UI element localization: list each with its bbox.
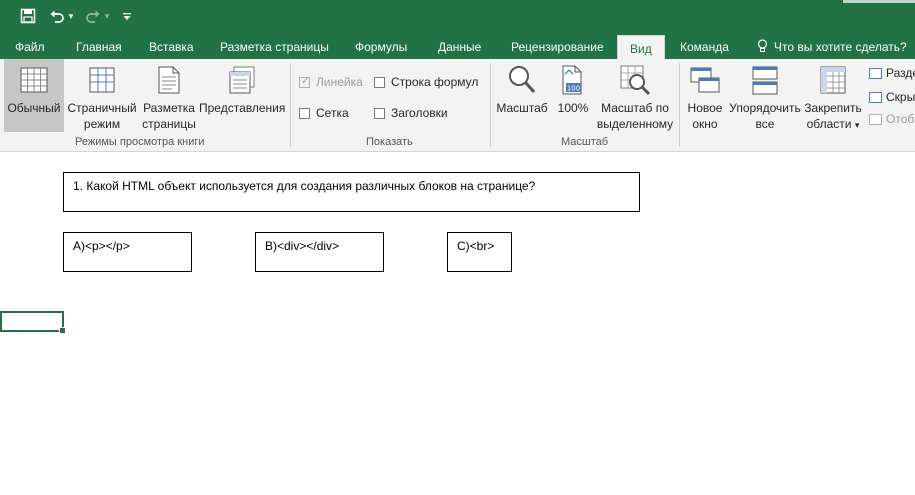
normal-view-icon xyxy=(20,67,48,93)
tab-home[interactable]: Главная xyxy=(76,34,122,59)
new-window-icon xyxy=(690,67,720,93)
zoom-label: Масштаб xyxy=(496,101,548,115)
freeze-panes-text: Закрепить области xyxy=(804,101,862,131)
customize-quick-access-icon[interactable] xyxy=(120,6,134,26)
tab-insert[interactable]: Вставка xyxy=(149,34,194,59)
show-group-label: Показать xyxy=(366,136,413,148)
ruler-checkbox-box: ✓ xyxy=(299,75,310,88)
arrange-all-button[interactable]: Упорядочить все xyxy=(728,59,802,132)
custom-views-icon xyxy=(229,66,255,94)
arrange-all-label: Упорядочить все xyxy=(729,101,801,131)
answer-a-box[interactable]: A)<p></p> xyxy=(63,232,192,272)
page-break-view-button[interactable]: Страничный режим xyxy=(66,59,138,132)
formula-bar-checkbox[interactable]: Строка формул xyxy=(374,75,478,89)
zoom-button[interactable]: Масштаб xyxy=(494,59,550,132)
zoom-100-icon: 100 xyxy=(562,65,582,95)
worksheet-area[interactable]: 1. Какой HTML объект используется для со… xyxy=(0,152,915,495)
split-label: Разде xyxy=(886,66,915,80)
custom-views-label: Представления xyxy=(199,101,286,115)
ruler-checkbox[interactable]: ✓ Линейка xyxy=(299,75,363,89)
zoom-to-selection-button[interactable]: Масштаб по выделенному xyxy=(596,59,674,132)
svg-text:100: 100 xyxy=(567,85,580,93)
page-layout-view-button[interactable]: Разметка страницы xyxy=(140,59,198,132)
tell-me-text: Что вы хотите сделать? xyxy=(774,40,907,54)
title-bar: ▾ ▾ xyxy=(0,0,915,34)
unhide-window-button[interactable]: Отоб xyxy=(869,112,914,126)
tab-file[interactable]: Файл xyxy=(15,34,45,59)
zoom-100-button[interactable]: 100 100% xyxy=(554,59,592,132)
question-box[interactable]: 1. Какой HTML объект используется для со… xyxy=(63,172,640,212)
zoom-selection-icon xyxy=(620,65,651,96)
answer-c-text: C)<br> xyxy=(457,239,495,253)
page-break-view-label: Страничный режим xyxy=(67,101,137,131)
tell-me-search[interactable]: Что вы хотите сделать? xyxy=(757,34,907,59)
zoom-100-label: 100% xyxy=(557,101,589,115)
page-break-preview-icon xyxy=(89,67,115,93)
zoom-group-label: Масштаб xyxy=(561,136,609,148)
magnifier-icon xyxy=(509,66,536,94)
headings-checkbox-box xyxy=(374,107,385,119)
tab-page-layout[interactable]: Разметка страницы xyxy=(220,34,329,59)
freeze-panes-label: Закрепить области ▾ xyxy=(803,100,863,133)
arrange-all-icon xyxy=(752,66,778,95)
hide-window-label: Скры xyxy=(886,90,915,104)
freeze-panes-button[interactable]: Закрепить области ▾ xyxy=(803,59,863,132)
hide-window-icon xyxy=(869,91,882,103)
window-controls-edge xyxy=(843,0,915,3)
views-group-label: Режимы просмотра книги xyxy=(75,136,205,148)
lightbulb-icon xyxy=(757,34,771,60)
answer-c-box[interactable]: C)<br> xyxy=(447,232,512,272)
ruler-label: Линейка xyxy=(316,75,363,89)
unhide-window-label: Отоб xyxy=(886,112,915,126)
answer-b-text: B)<div></div> xyxy=(265,239,340,253)
split-icon xyxy=(869,67,882,79)
tab-review[interactable]: Рецензирование xyxy=(511,34,604,59)
split-button[interactable]: Разде xyxy=(869,66,915,80)
answer-a-text: A)<p></p> xyxy=(73,239,130,253)
redo-icon[interactable] xyxy=(84,6,102,26)
group-separator xyxy=(679,63,680,147)
unhide-window-icon xyxy=(869,113,882,125)
formula-bar-label: Строка формул xyxy=(391,75,479,89)
freeze-panes-dropdown-icon: ▾ xyxy=(854,120,860,130)
new-window-label: Новое окно xyxy=(687,101,723,131)
active-cell-selection[interactable] xyxy=(0,311,66,334)
new-window-button[interactable]: Новое окно xyxy=(684,59,726,132)
group-separator xyxy=(490,63,491,147)
answer-b-box[interactable]: B)<div></div> xyxy=(255,232,384,272)
tab-data[interactable]: Данные xyxy=(438,34,481,59)
undo-dropdown-icon[interactable]: ▾ xyxy=(66,6,76,26)
headings-checkbox[interactable]: Заголовки xyxy=(374,106,448,120)
normal-view-button[interactable]: Обычный xyxy=(4,59,64,132)
group-separator xyxy=(290,63,291,147)
gridlines-checkbox[interactable]: Сетка xyxy=(299,106,349,120)
redo-dropdown-icon[interactable]: ▾ xyxy=(102,6,112,26)
ribbon-view: Обычный Страничный режим Разметка страни… xyxy=(0,59,915,152)
gridlines-checkbox-box xyxy=(299,107,310,119)
custom-views-button[interactable]: Представления xyxy=(199,59,285,132)
question-text: 1. Какой HTML объект используется для со… xyxy=(73,179,536,193)
gridlines-label: Сетка xyxy=(316,106,349,120)
page-layout-icon xyxy=(158,66,180,94)
tab-formulas[interactable]: Формулы xyxy=(355,34,407,59)
zoom-to-selection-label: Масштаб по выделенному xyxy=(596,101,674,131)
undo-icon[interactable] xyxy=(48,6,66,26)
freeze-panes-icon xyxy=(820,66,846,94)
hide-window-button[interactable]: Скры xyxy=(869,90,915,104)
tab-view[interactable]: Вид xyxy=(617,35,665,60)
fill-handle[interactable] xyxy=(59,327,66,334)
headings-label: Заголовки xyxy=(391,106,448,120)
tab-team[interactable]: Команда xyxy=(680,34,729,59)
normal-view-label: Обычный xyxy=(7,101,61,115)
page-layout-view-label: Разметка страницы xyxy=(142,101,196,131)
save-icon[interactable] xyxy=(18,6,38,26)
formula-bar-checkbox-box xyxy=(374,76,385,88)
